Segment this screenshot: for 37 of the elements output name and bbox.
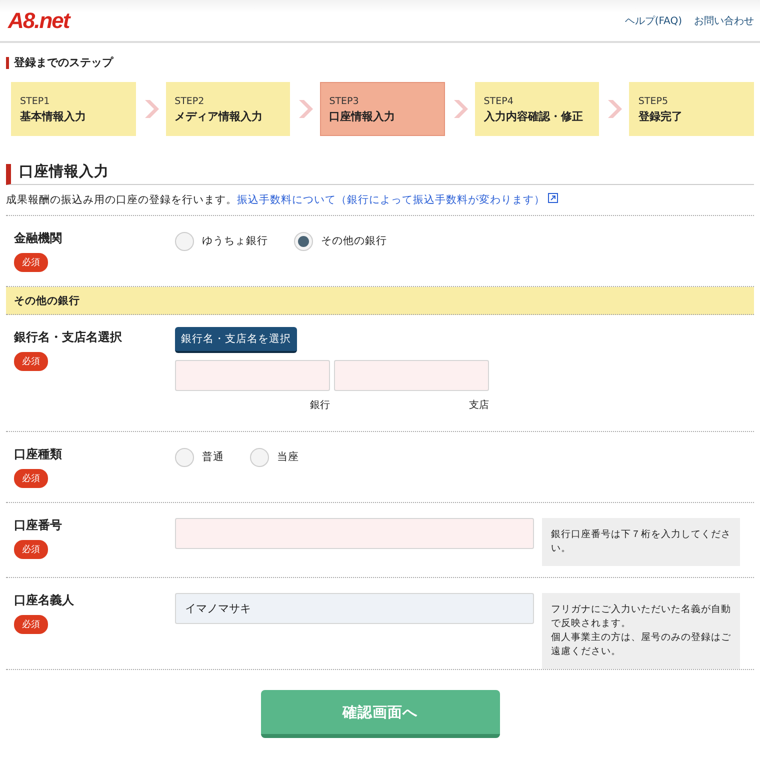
field-caption: 銀行 — [310, 399, 330, 412]
required-badge: 必須 — [14, 469, 48, 488]
header-link[interactable]: ヘルプ(FAQ) — [624, 14, 682, 28]
description: 成果報酬の振込み用の口座の登録を行います。振込手数料について（銀行によって振込手数料が変わります） — [6, 193, 754, 216]
step-item: STEP1 基本情報入力 — [11, 82, 136, 136]
external-link-icon — [548, 193, 558, 203]
header-link[interactable]: お問い合わせ — [694, 14, 754, 28]
logo[interactable]: A8.net — [8, 8, 70, 34]
input-field[interactable] — [334, 360, 489, 391]
field-label: 金融機関 — [14, 230, 62, 247]
field-label: 口座番号 — [14, 517, 62, 534]
hint-note: フリガナにご入力いただいた名義が自動で反映されます。 個人事業主の方は、屋号のみの登録はご遠慮ください。 — [542, 593, 740, 669]
radio-option[interactable]: 当座 — [250, 448, 299, 466]
field-label: 口座種類 — [14, 446, 62, 463]
field-label: 銀行名・支店名選択 — [14, 329, 122, 346]
section-title: 口座情報入力 — [6, 164, 754, 185]
input-field[interactable] — [175, 360, 330, 391]
select-bank-button[interactable]: 銀行名・支店名を選択 — [175, 327, 297, 353]
steps-heading: 登録までのステップ — [6, 57, 754, 69]
required-badge: 必須 — [14, 352, 48, 371]
required-badge: 必須 — [14, 540, 48, 559]
input-field[interactable]: イマノマサキ — [175, 593, 534, 624]
subsection-band: その他の銀行 — [6, 287, 754, 315]
input-field[interactable] — [175, 518, 534, 549]
required-badge: 必須 — [14, 253, 48, 272]
hint-note: 銀行口座番号は下７桁を入力してください。 — [542, 518, 740, 566]
fee-link[interactable]: 振込手数料について（銀行によって振込手数料が変わります） — [237, 194, 558, 206]
field-label: 口座名義人 — [14, 592, 74, 609]
radio-option[interactable]: ゆうちょ銀行 — [175, 232, 268, 250]
radio-option[interactable]: 普通 — [175, 448, 224, 466]
radio-option[interactable]: その他の銀行 — [294, 232, 387, 250]
step-item: STEP3 口座情報入力 — [320, 82, 445, 136]
required-badge: 必須 — [14, 615, 48, 634]
step-item: STEP4 入力内容確認・修正 — [474, 82, 600, 136]
step-item: STEP2 メディア情報入力 — [166, 82, 290, 136]
field-caption: 支店 — [469, 398, 489, 412]
step-item: STEP5 登録完了 — [629, 82, 754, 136]
